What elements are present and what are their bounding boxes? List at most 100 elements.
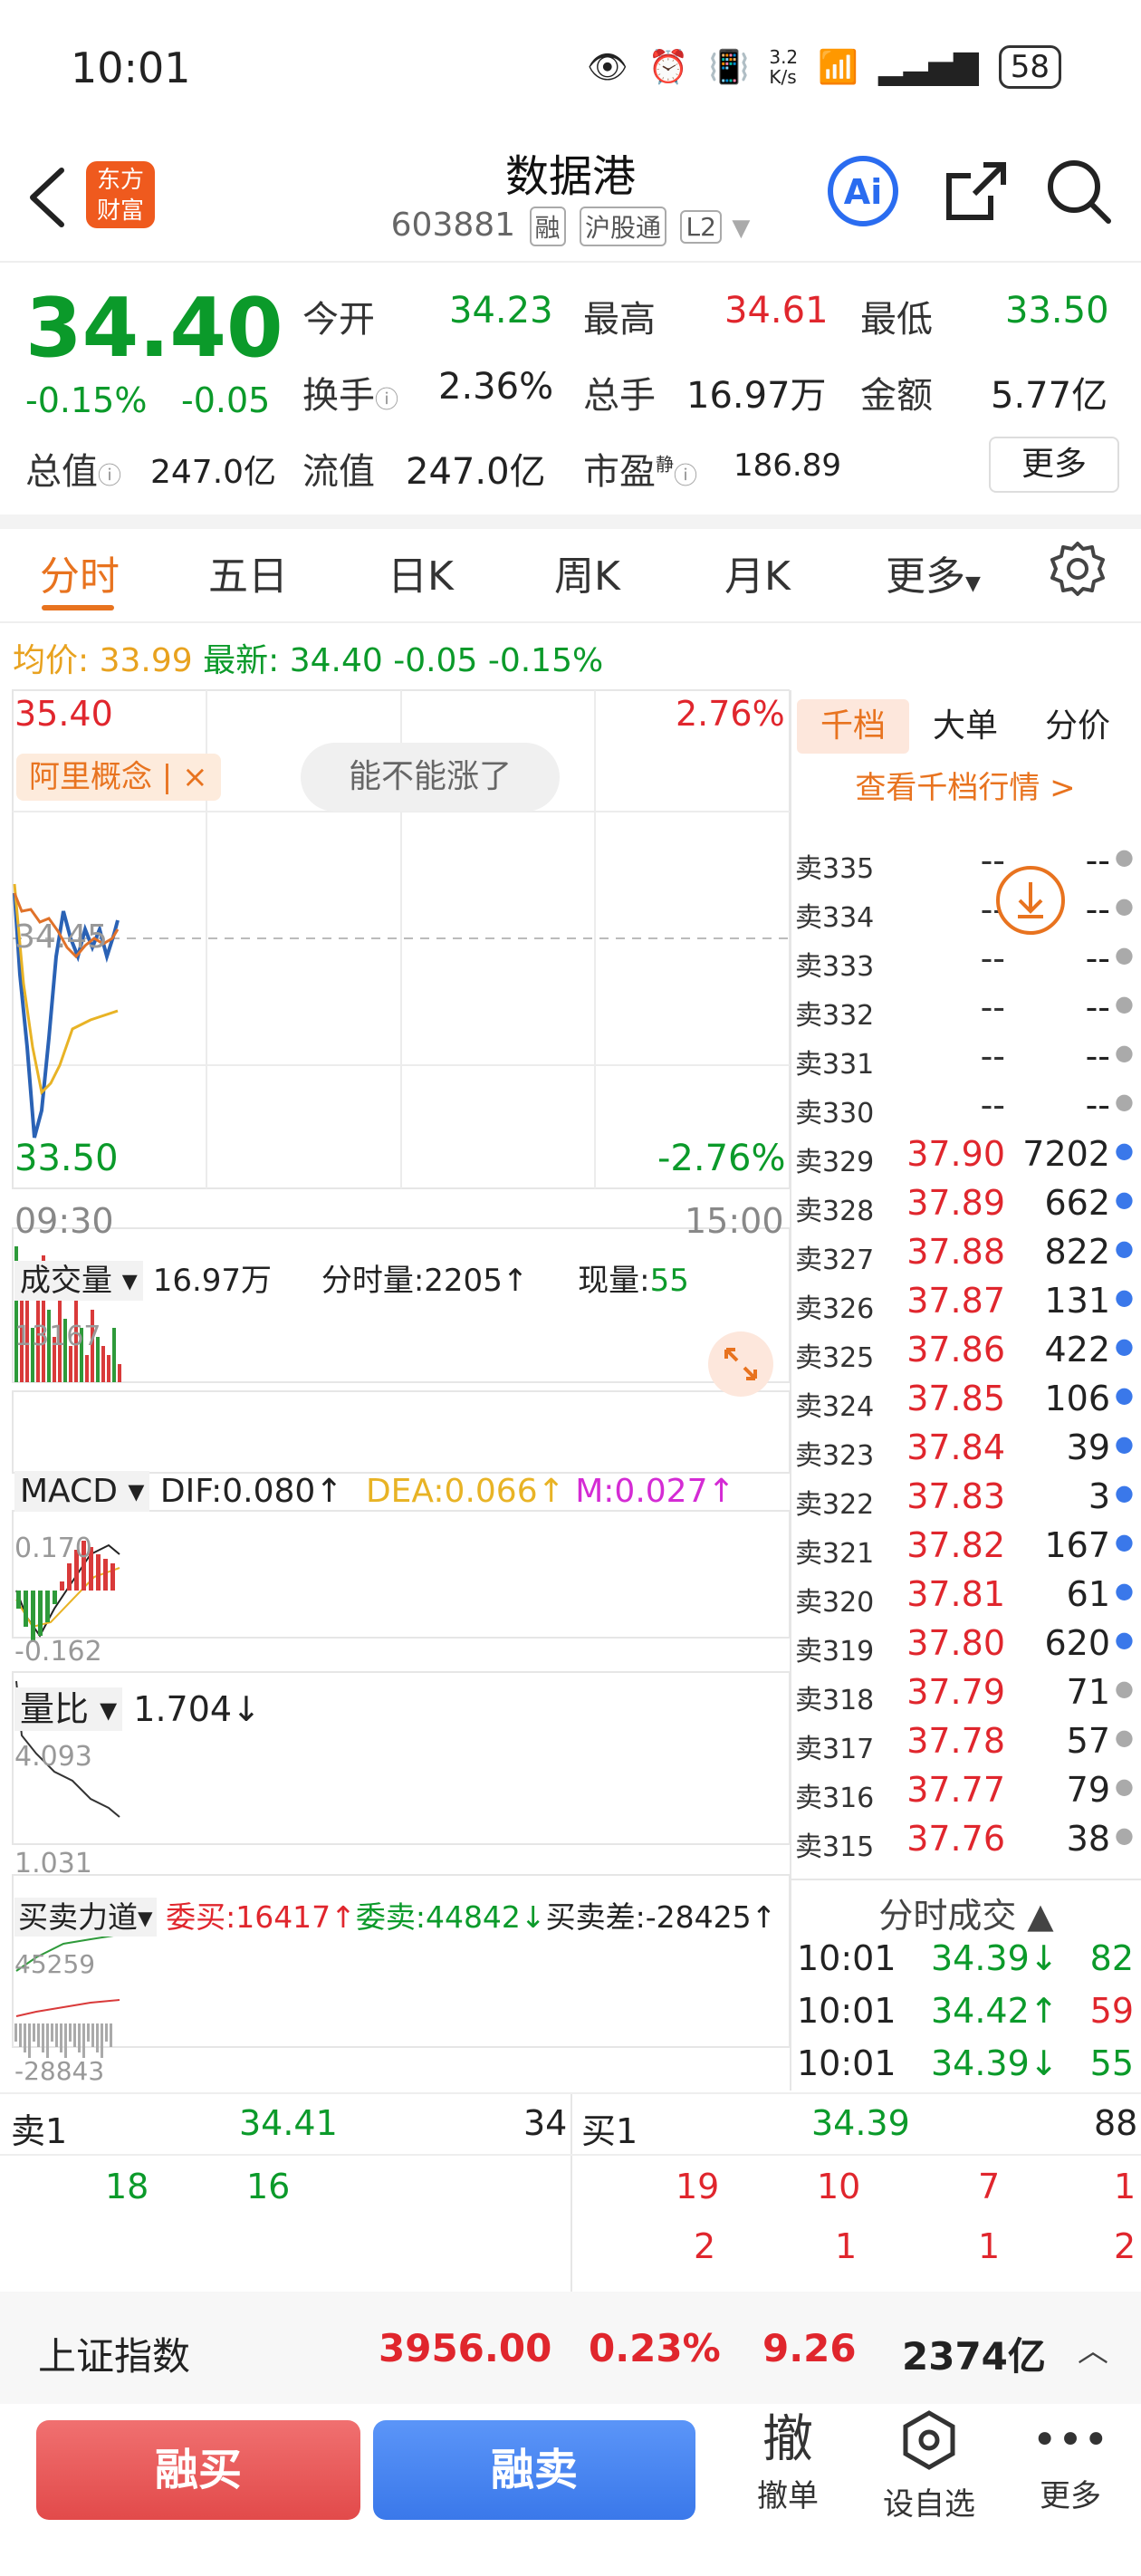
hexagon-settings-icon — [903, 2410, 955, 2470]
volume-ratio-select[interactable]: 量比 ▾ — [14, 1687, 123, 1731]
order-dot-icon: ● — [1115, 1529, 1134, 1554]
cancel-label: 撤单 — [757, 2478, 819, 2514]
open-value: 34.23 — [449, 290, 553, 332]
force-bar — [73, 2023, 76, 2047]
eye-icon: 👁 — [586, 49, 628, 86]
order-price: 37.81 — [906, 1574, 1005, 1614]
chart-bottom-price: 33.50 — [14, 1138, 119, 1179]
macd-bar — [45, 1591, 50, 1622]
low-label: 最低 — [860, 299, 933, 341]
macd-bar — [24, 1591, 28, 1627]
tab-intraday[interactable]: 分时 — [40, 543, 120, 601]
amount-value: 5.77亿 — [991, 375, 1108, 417]
tab-price-distribution[interactable]: 分价 — [1021, 699, 1134, 754]
header-divider — [0, 261, 1141, 263]
low-value: 33.50 — [1005, 290, 1109, 332]
order-price: 37.89 — [906, 1183, 1005, 1223]
tick-row: 10:01 34.42↑ 59 — [797, 1991, 1134, 2043]
macd-bar — [31, 1591, 35, 1640]
order-price: -- — [980, 841, 1005, 880]
margin-buy-button[interactable]: 融买 — [36, 2420, 360, 2520]
concept-tag[interactable]: 阿里概念 | × — [16, 754, 221, 801]
view-thousand-levels-link[interactable]: 查看千档行情 > — [797, 763, 1134, 807]
order-dot-icon: ● — [1115, 991, 1134, 1016]
open-label: 今开 — [302, 299, 375, 341]
order-book-row: 卖323 37.84 39 ● — [795, 1426, 1134, 1475]
order-price: -- — [980, 987, 1005, 1027]
macd-bar — [38, 1591, 43, 1636]
order-level-label: 卖319 — [795, 1636, 875, 1668]
add-watchlist-button[interactable]: 设自选 — [875, 2409, 983, 2523]
tick-row: 10:01 34.39↓ 82 — [797, 1938, 1134, 1991]
order-price: 37.76 — [906, 1819, 1005, 1859]
tab-daily-k[interactable]: 日K — [388, 543, 454, 601]
tick-time: 10:01 — [797, 2043, 896, 2083]
tick-price: 34.39↓ — [931, 1938, 1059, 1978]
ai-icon[interactable]: Ai — [826, 154, 900, 228]
tab-more[interactable]: 更多▼ — [886, 543, 981, 601]
order-level-label: 卖315 — [795, 1831, 875, 1863]
order-book-row: 卖317 37.78 57 ● — [795, 1719, 1134, 1768]
chart-end-time: 15:00 — [685, 1201, 784, 1241]
volume-ratio-header: 量比 ▾ 1.704↓ — [14, 1681, 261, 1731]
order-volume: 422 — [1044, 1330, 1110, 1370]
macd-bar — [53, 1591, 57, 1604]
bottom-more-button[interactable]: ••• 更多 — [1016, 2409, 1125, 2515]
alarm-icon: ⏰ — [647, 49, 689, 86]
margin-sell-button[interactable]: 融卖 — [373, 2420, 695, 2520]
force-bar — [14, 2023, 17, 2042]
watch-label: 设自选 — [883, 2486, 975, 2523]
order-book-row: 卖318 37.79 71 ● — [795, 1670, 1134, 1719]
index-change: 9.26 — [762, 2326, 857, 2370]
ticks-title[interactable]: 分时成交 ▲ — [791, 1888, 1141, 1937]
chevron-down-icon[interactable]: ▼ — [732, 215, 750, 242]
tab-five-day[interactable]: 五日 — [208, 543, 288, 601]
order-volume: 7202 — [1022, 1134, 1110, 1174]
order-volume: 71 — [1066, 1672, 1110, 1712]
tab-large-orders[interactable]: 大单 — [909, 699, 1021, 754]
tab-weekly-k[interactable]: 周K — [554, 543, 620, 601]
order-level-label: 卖333 — [795, 951, 875, 983]
order-level-label: 卖317 — [795, 1734, 875, 1765]
order-book-row: 卖333 -- -- ● — [795, 937, 1134, 985]
order-book-row: 卖325 37.86 422 ● — [795, 1328, 1134, 1377]
order-book-row: 卖316 37.77 79 ● — [795, 1768, 1134, 1817]
force-bar — [82, 2023, 85, 2058]
index-name: 上证指数 — [38, 2334, 191, 2379]
order-level-label: 卖328 — [795, 1196, 875, 1227]
macd-indicator-select[interactable]: MACD ▾ — [14, 1471, 150, 1512]
tab-monthly-k[interactable]: 月K — [724, 543, 791, 601]
search-icon[interactable] — [1041, 154, 1116, 228]
hint-pill[interactable]: 能不能涨了 — [301, 743, 560, 812]
chevron-up-icon[interactable]: ︿ — [1078, 2326, 1108, 2370]
tab-thousand-levels[interactable]: 千档 — [797, 699, 909, 754]
settings-gear-icon[interactable] — [1049, 540, 1107, 598]
buy-queue-7: 1 — [978, 2226, 1001, 2266]
cancel-icon: 撤 — [762, 2410, 813, 2469]
order-volume: 79 — [1066, 1770, 1110, 1810]
force-bar — [101, 2023, 103, 2058]
order-level-label: 卖322 — [795, 1489, 875, 1521]
order-book-row: 卖334 -- -- ● — [795, 888, 1134, 937]
volume-header: 成交量 ▾ 16.97万 分时量:2205↑ 现量:55 — [14, 1255, 689, 1301]
order-volume: -- — [1085, 938, 1110, 978]
index-pct: 0.23% — [589, 2326, 721, 2370]
macd-bar — [16, 1591, 21, 1609]
order-book-row: 卖326 37.87 131 ● — [795, 1279, 1134, 1328]
force-select[interactable]: 买卖力道▾ — [14, 1898, 157, 1937]
buy-queue-4: 1 — [1114, 2167, 1136, 2206]
float-value: 247.0亿 — [406, 451, 546, 493]
change-percent: -0.15% — [25, 380, 148, 420]
more-button[interactable]: 更多 — [989, 437, 1119, 493]
order-dot-icon: ● — [1115, 1627, 1134, 1652]
share-icon[interactable] — [938, 154, 1012, 228]
download-icon[interactable] — [994, 864, 1067, 937]
tick-time: 10:01 — [797, 1938, 896, 1978]
side-divider — [790, 690, 791, 2091]
cancel-order-button[interactable]: 撤 撤单 — [734, 2409, 842, 2515]
order-price: -- — [980, 1085, 1005, 1125]
order-dot-icon: ● — [1115, 1284, 1134, 1310]
volume-indicator-select[interactable]: 成交量 ▾ — [14, 1261, 143, 1301]
expand-icon[interactable] — [706, 1330, 775, 1399]
order-level-label: 卖332 — [795, 1000, 875, 1032]
